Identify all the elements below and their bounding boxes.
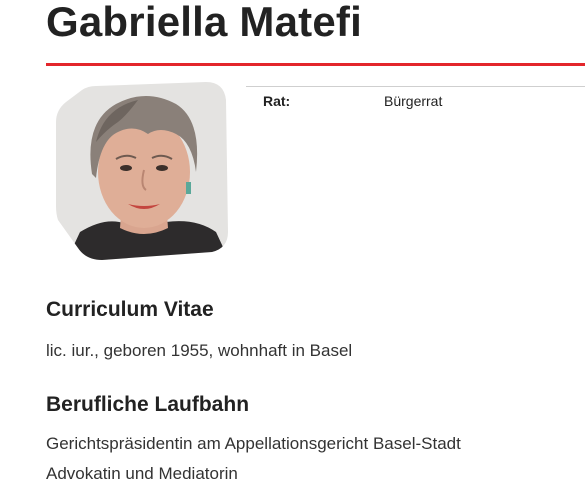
career-heading: Berufliche Laufbahn	[46, 393, 250, 416]
info-divider	[246, 86, 585, 87]
profile-photo	[56, 82, 230, 262]
person-portrait-icon	[56, 82, 228, 260]
rat-value: Bürgerrat	[384, 93, 443, 109]
cv-text: lic. iur., geboren 1955, wohnhaft in Bas…	[46, 341, 353, 360]
cv-heading: Curriculum Vitae	[46, 298, 214, 321]
page-title: Gabriella Matefi	[46, 0, 362, 45]
title-divider	[46, 63, 585, 66]
career-line: Gerichtspräsidentin am Appellationsgeric…	[46, 434, 461, 453]
career-line: Advokatin und Mediatorin	[46, 464, 238, 483]
rat-label: Rat:	[263, 93, 291, 109]
